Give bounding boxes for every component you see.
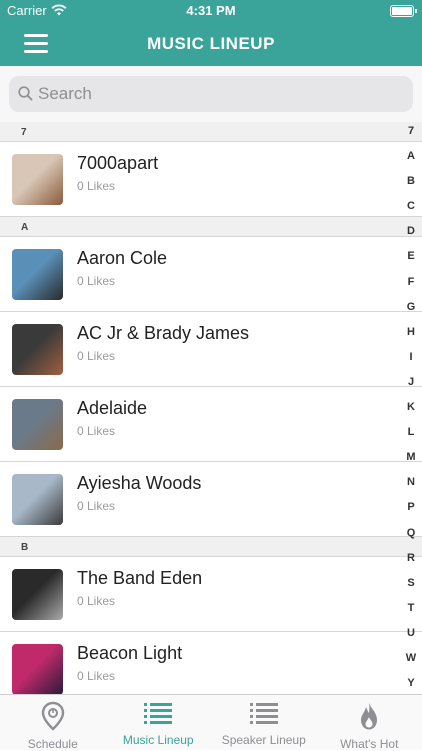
search-bar: [0, 66, 422, 122]
section-header: 7: [0, 122, 422, 142]
index-letter[interactable]: G: [400, 300, 422, 325]
page-title: MUSIC LINEUP: [0, 34, 422, 54]
artist-photo: [12, 644, 63, 694]
section-header: A: [0, 217, 422, 237]
tab-label: Music Lineup: [106, 733, 212, 747]
index-letter[interactable]: B: [400, 174, 422, 199]
artist-photo: [12, 154, 63, 205]
tab-what-s-hot[interactable]: What's Hot: [317, 695, 422, 750]
artist-row[interactable]: Adelaide 0 Likes: [0, 387, 422, 462]
artist-likes: 0 Likes: [77, 499, 115, 513]
search-icon: [18, 86, 33, 101]
section-index[interactable]: 7ABCDEFGHIJKLMNPQRSTUWY: [400, 124, 422, 690]
artist-photo: [12, 324, 63, 375]
list-icon: [106, 701, 212, 732]
index-letter[interactable]: M: [400, 450, 422, 475]
artist-row[interactable]: Beacon Light 0 Likes: [0, 632, 422, 694]
index-letter[interactable]: Q: [400, 526, 422, 551]
artist-photo: [12, 399, 63, 450]
artist-row[interactable]: Aaron Cole 0 Likes: [0, 237, 422, 312]
artist-likes: 0 Likes: [77, 594, 115, 608]
index-letter[interactable]: I: [400, 350, 422, 375]
search-field[interactable]: [9, 76, 413, 112]
artist-name: Beacon Light: [77, 643, 182, 664]
index-letter[interactable]: W: [400, 651, 422, 676]
artist-name: Ayiesha Woods: [77, 473, 201, 494]
index-letter[interactable]: N: [400, 475, 422, 500]
artist-name: Aaron Cole: [77, 248, 167, 269]
tab-speaker-lineup[interactable]: Speaker Lineup: [211, 695, 317, 750]
index-letter[interactable]: A: [400, 149, 422, 174]
artist-row[interactable]: AC Jr & Brady James 0 Likes: [0, 312, 422, 387]
index-letter[interactable]: H: [400, 325, 422, 350]
index-letter[interactable]: 7: [400, 124, 422, 149]
tab-label: Speaker Lineup: [211, 733, 317, 747]
tab-label: What's Hot: [317, 737, 422, 751]
artist-row[interactable]: The Band Eden 0 Likes: [0, 557, 422, 632]
artist-row[interactable]: Ayiesha Woods 0 Likes: [0, 462, 422, 537]
artist-photo: [12, 249, 63, 300]
status-time: 4:31 PM: [0, 3, 422, 18]
index-letter[interactable]: F: [400, 275, 422, 300]
artist-name: Adelaide: [77, 398, 147, 419]
artist-name: The Band Eden: [77, 568, 202, 589]
index-letter[interactable]: U: [400, 626, 422, 651]
index-letter[interactable]: T: [400, 601, 422, 626]
map-pin-icon: [0, 701, 106, 736]
artist-likes: 0 Likes: [77, 179, 115, 193]
artist-likes: 0 Likes: [77, 274, 115, 288]
index-letter[interactable]: R: [400, 551, 422, 576]
artist-list: 77000apart0 LikesAAaron Cole0 LikesAC Jr…: [0, 122, 422, 694]
artist-photo: [12, 474, 63, 525]
index-letter[interactable]: J: [400, 375, 422, 400]
index-letter[interactable]: P: [400, 500, 422, 525]
artist-likes: 0 Likes: [77, 349, 115, 363]
tab-schedule[interactable]: Schedule: [0, 695, 106, 750]
artist-likes: 0 Likes: [77, 424, 115, 438]
nav-bar: MUSIC LINEUP: [0, 22, 422, 66]
list-icon: [211, 701, 317, 732]
artist-photo: [12, 569, 63, 620]
index-letter[interactable]: E: [400, 249, 422, 274]
index-letter[interactable]: K: [400, 400, 422, 425]
index-letter[interactable]: S: [400, 576, 422, 601]
status-bar: Carrier 4:31 PM: [0, 0, 422, 22]
artist-name: AC Jr & Brady James: [77, 323, 249, 344]
flame-icon: [317, 701, 422, 736]
tab-label: Schedule: [0, 737, 106, 751]
search-input[interactable]: [38, 76, 398, 112]
battery-icon: [390, 5, 414, 17]
artist-row[interactable]: 7000apart 0 Likes: [0, 142, 422, 217]
tab-music-lineup[interactable]: Music Lineup: [106, 695, 212, 750]
section-header: B: [0, 537, 422, 557]
artist-name: 7000apart: [77, 153, 158, 174]
index-letter[interactable]: L: [400, 425, 422, 450]
index-letter[interactable]: C: [400, 199, 422, 224]
artist-likes: 0 Likes: [77, 669, 115, 683]
tab-bar: ScheduleMusic LineupSpeaker LineupWhat's…: [0, 694, 422, 750]
index-letter[interactable]: D: [400, 224, 422, 249]
